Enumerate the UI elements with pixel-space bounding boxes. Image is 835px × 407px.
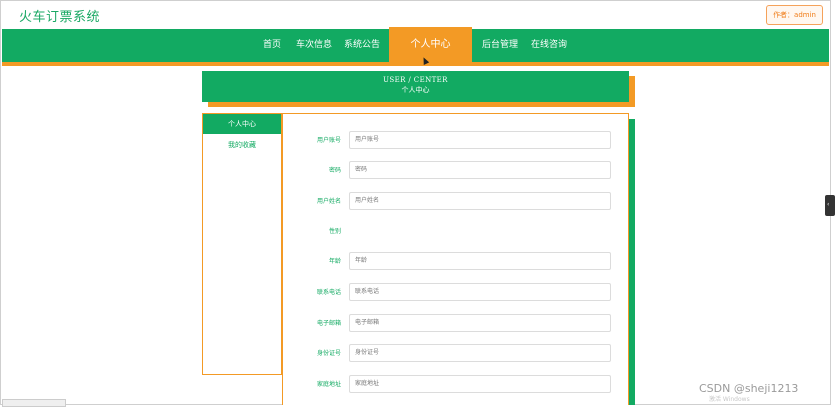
form-row: 性别 [283, 222, 623, 242]
side-scroll-handle[interactable]: ‹ [825, 195, 835, 216]
field-label: 用户姓名 [316, 198, 341, 205]
field-label: 身份证号 [316, 350, 341, 357]
side-menu: 个人中心 我的收藏 [202, 113, 282, 375]
field-label: 家庭地址 [316, 381, 341, 388]
menu-item-favorites[interactable]: 我的收藏 [203, 136, 281, 154]
form-row: 密码 密码 [283, 161, 623, 181]
field-label: 用户账号 [316, 137, 341, 144]
password-input[interactable]: 密码 [349, 161, 611, 179]
banner-english-title: USER / CENTER [383, 76, 448, 84]
nav-online-consult[interactable]: 在线咨询 [531, 29, 567, 62]
author-badge[interactable]: 作者：admin [766, 5, 823, 25]
nav-home[interactable]: 首页 [263, 29, 281, 62]
form-row: 用户账号 用户账号 [283, 131, 623, 151]
nav-admin[interactable]: 后台管理 [482, 29, 518, 62]
panel-shadow [629, 119, 635, 405]
form-row: 身份证号 身份证号 [283, 344, 623, 364]
menu-item-user-center[interactable]: 个人中心 [203, 114, 281, 134]
field-label: 电子邮箱 [316, 320, 341, 327]
phone-input[interactable]: 联系电话 [349, 283, 611, 301]
username-input[interactable]: 用户账号 [349, 131, 611, 149]
form-row: 联系电话 联系电话 [283, 283, 623, 303]
form-row: 年龄 年龄 [283, 252, 623, 272]
banner-chinese-title: 个人中心 [401, 86, 430, 94]
field-label: 密码 [328, 167, 341, 174]
nav-user-center[interactable]: 个人中心 [389, 27, 472, 64]
browser-status-bar [2, 399, 66, 407]
site-title: 火车订票系统 [19, 10, 101, 25]
email-input[interactable]: 电子邮箱 [349, 314, 611, 332]
user-center-banner: USER / CENTER 个人中心 [202, 71, 629, 102]
form-row: 家庭地址 家庭地址 [283, 375, 623, 395]
nav-announcements[interactable]: 系统公告 [344, 29, 380, 62]
form-row: 电子邮箱 电子邮箱 [283, 314, 623, 334]
chevron-left-icon: ‹ [827, 201, 830, 208]
form-row: 用户姓名 用户姓名 [283, 192, 623, 212]
age-input[interactable]: 年龄 [349, 252, 611, 270]
field-label: 性别 [328, 228, 341, 235]
nav-train-info[interactable]: 车次信息 [296, 29, 332, 62]
address-input[interactable]: 家庭地址 [349, 375, 611, 393]
full-name-input[interactable]: 用户姓名 [349, 192, 611, 210]
id-number-input[interactable]: 身份证号 [349, 344, 611, 362]
field-label: 年龄 [328, 258, 341, 265]
profile-form: 用户账号 用户账号 密码 密码 用户姓名 用户姓名 性别 年龄 年龄 联系电话 … [282, 113, 629, 405]
windows-activation-watermark: 激活 Windows [709, 396, 750, 403]
field-label: 联系电话 [316, 289, 341, 296]
